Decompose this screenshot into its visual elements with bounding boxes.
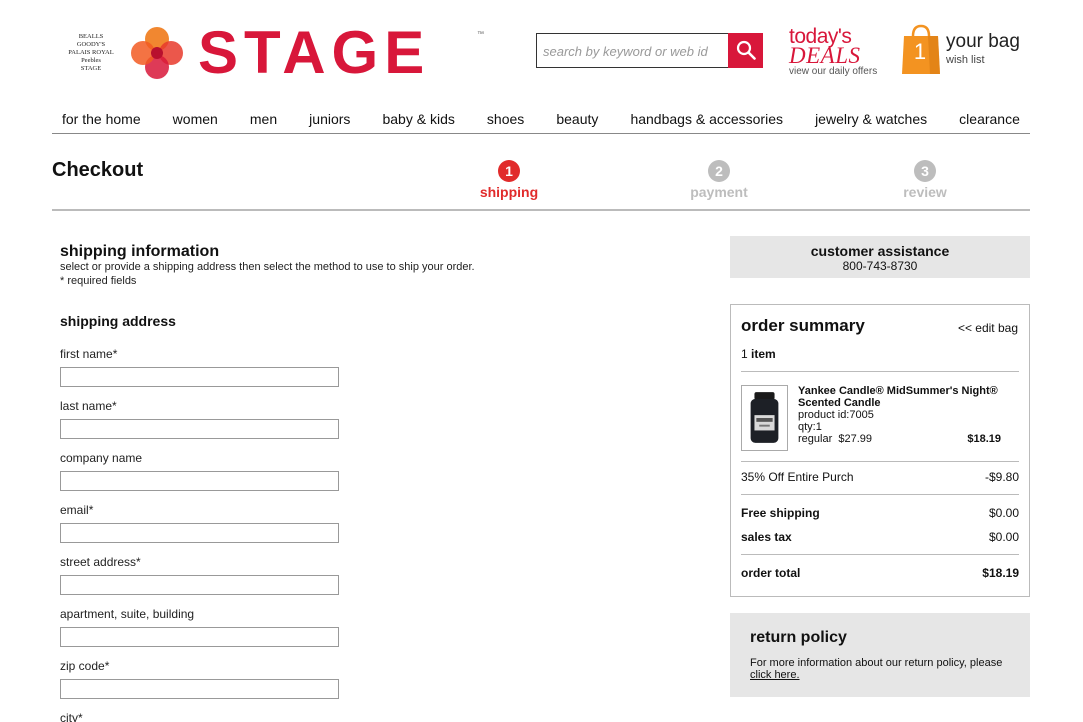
deals-subtitle: view our daily offers [789,66,878,77]
shipping-address-heading: shipping address [60,313,176,329]
nav-handbags-accessories[interactable]: handbags & accessories [630,106,783,133]
email-label: email* [60,503,94,517]
zip-code-input[interactable] [60,679,339,699]
return-policy-title: return policy [750,629,847,646]
customer-assistance-phone: 800-743-8730 [842,259,918,273]
last-name-input[interactable] [60,419,339,439]
search-input[interactable] [543,40,723,62]
apartment-label: apartment, suite, building [60,607,195,621]
brand-bealls: BEALLS [78,33,104,40]
return-policy-link[interactable]: click here. [750,669,800,681]
stage-flower-logo-icon[interactable] [131,27,183,79]
nav-for-the-home[interactable]: for the home [62,106,141,133]
deals-line2: DEALS [789,43,861,68]
sister-brands: BEALLS GOODY'S PALAIS ROYAL Peebles STAG… [64,33,118,73]
bag-item-count[interactable]: 1 [912,40,928,64]
nav-juniors[interactable]: juniors [309,106,350,133]
checkout-divider [52,209,1030,211]
order-summary-panel: order summary << edit bag 1 item Yankee … [730,304,1030,597]
shipping-label: Free shipping [741,506,820,520]
search-button[interactable] [728,33,763,68]
order-total-value: $18.19 [982,566,1019,580]
customer-assistance-box: customer assistance 800-743-8730 [730,236,1030,278]
todays-deals-link[interactable]: today's DEALS view our daily offers [789,26,878,78]
summary-divider [741,371,1019,372]
step-label: review [903,184,947,200]
wish-list-link[interactable]: wish list [946,54,985,66]
shipping-info-heading: shipping information [60,243,220,260]
company-name-input[interactable] [60,471,339,491]
discount-row: 35% Off Entire Purch -$9.80 [741,470,1019,484]
brand-stage: STAGE [80,65,102,72]
brand-palais-royal: PALAIS ROYAL [68,49,114,56]
step-number: 3 [914,160,936,182]
nav-baby-kids[interactable]: baby & kids [382,106,454,133]
email-input[interactable] [60,523,339,543]
item-count: 1 item [741,347,776,361]
tax-value: $0.00 [988,530,1019,544]
company-name-label: company name [60,451,143,465]
nav-jewelry-watches[interactable]: jewelry & watches [815,106,927,133]
product-sale-price: $18.19 [967,433,1001,445]
shipping-row: Free shipping $0.00 [741,506,1019,520]
shipping-info-description: select or provide a shipping address the… [60,261,475,273]
step-label: shipping [479,184,539,200]
first-name-input[interactable] [60,367,339,387]
product-name[interactable]: Yankee Candle® MidSummer's Night® Scente… [798,385,1018,409]
nav-clearance[interactable]: clearance [959,106,1020,133]
summary-divider [741,461,1019,462]
return-policy-box: return policy For more information about… [730,613,1030,697]
nav-beauty[interactable]: beauty [556,106,598,133]
trademark-symbol: ™ [477,31,484,38]
your-bag-link[interactable]: your bag [946,31,1020,53]
tax-row: sales tax $0.00 [741,530,1019,544]
street-address-input[interactable] [60,575,339,595]
zip-code-label: zip code* [60,659,110,673]
brand-peebles: Peebles [81,57,101,64]
first-name-label: first name* [60,347,118,361]
return-policy-text: For more information about our return po… [750,657,1003,681]
main-nav: for the home women men juniors baby & ki… [52,106,1030,134]
brand-goodys: GOODY'S [76,41,106,48]
edit-bag-link[interactable]: << edit bag [958,321,1018,335]
step-number: 1 [498,160,520,182]
step-shipping: 1 shipping [469,160,549,200]
order-total-row: order total $18.19 [741,566,1019,580]
product-regular-price: regular $27.99 [798,433,872,445]
search-icon [736,40,756,60]
nav-men[interactable]: men [250,106,277,133]
step-number: 2 [708,160,730,182]
apartment-input[interactable] [60,627,339,647]
step-label: payment [690,184,748,200]
discount-value: -$9.80 [984,470,1019,484]
product-id: product id:7005 [798,409,874,421]
shipping-value: $0.00 [988,506,1019,520]
step-review: 3 review [885,160,965,200]
nav-women[interactable]: women [173,106,218,133]
summary-divider [741,554,1019,555]
customer-assistance-title: customer assistance [810,243,950,259]
tax-label: sales tax [741,530,792,544]
step-payment: 2 payment [679,160,759,200]
order-total-label: order total [741,566,801,580]
order-summary-title: order summary [741,316,865,335]
nav-shoes[interactable]: shoes [487,106,524,133]
search-box [536,33,763,68]
street-address-label: street address* [60,555,141,569]
stage-logo-text[interactable]: STAGE [198,18,430,88]
last-name-label: last name* [60,399,117,413]
product-qty: qty:1 [798,421,822,433]
city-label: city* [60,711,83,722]
page-title: Checkout [52,159,144,181]
required-fields-note: * required fields [60,275,137,287]
discount-label: 35% Off Entire Purch [741,470,854,484]
summary-divider [741,494,1019,495]
product-thumbnail[interactable] [741,385,788,451]
